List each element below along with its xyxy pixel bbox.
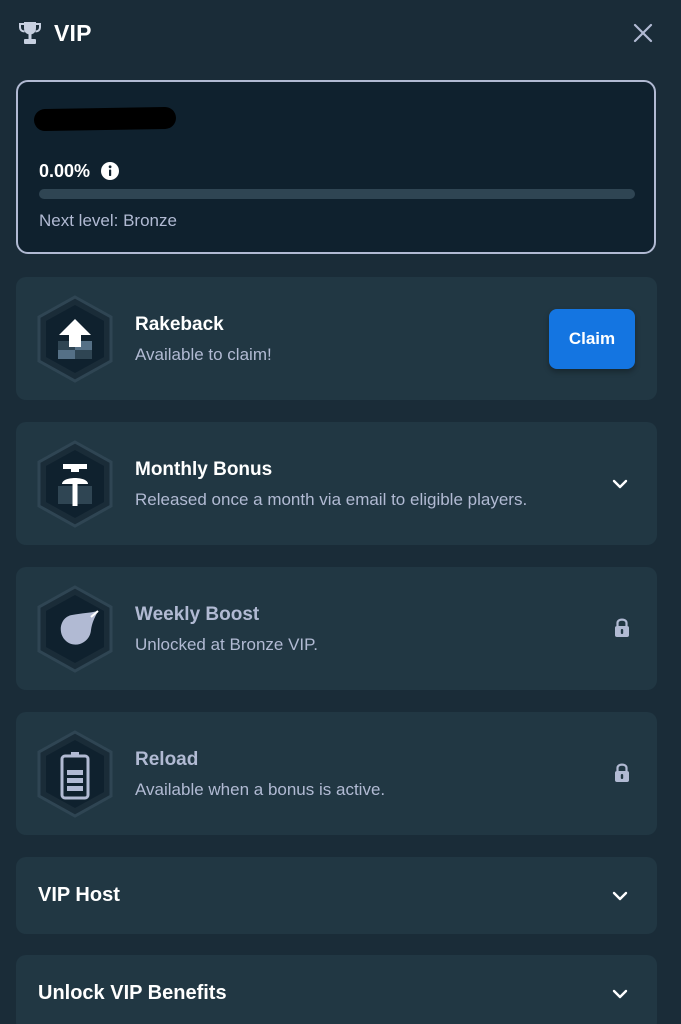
next-level-text: Next level: Bronze <box>39 211 177 230</box>
lock-icon <box>615 763 629 782</box>
chevron-down-icon[interactable] <box>609 885 631 907</box>
claim-button[interactable]: Claim <box>549 309 635 369</box>
unlock-vip-benefits-accordion[interactable]: Unlock VIP Benefits <box>16 955 657 1024</box>
weekly-boost-title: Weekly Boost <box>135 604 260 625</box>
weekly-boost-card: Weekly Boost Unlocked at Bronze VIP. <box>16 567 657 690</box>
trophy-icon <box>19 22 41 44</box>
progress-percent: 0.00% <box>39 161 91 181</box>
monthly-bonus-subtitle: Released once a month via email to eligi… <box>135 490 528 509</box>
monthly-bonus-title: Monthly Bonus <box>135 459 273 480</box>
vip-host-label: VIP Host <box>38 884 120 906</box>
unlock-vip-benefits-label: Unlock VIP Benefits <box>38 982 227 1004</box>
monthly-bonus-badge-icon <box>37 440 113 528</box>
progress-bar <box>39 189 635 199</box>
vip-progress-card: 0.00% Next level: Bronze <box>16 80 656 254</box>
panel-header: VIP <box>0 0 681 66</box>
reload-title: Reload <box>135 749 199 770</box>
reload-badge-icon <box>37 730 113 818</box>
rakeback-badge-icon <box>37 295 113 383</box>
reload-subtitle: Available when a bonus is active. <box>135 780 386 799</box>
rakeback-card: Rakeback Available to claim! Claim <box>16 277 657 400</box>
rakeback-title: Rakeback <box>135 314 224 335</box>
redacted-username <box>33 106 177 132</box>
info-icon[interactable] <box>101 162 119 180</box>
chevron-down-icon[interactable] <box>609 473 631 495</box>
vip-panel: VIP 0.00% Next level: Bronze Rakeback Av… <box>0 0 681 1024</box>
chevron-down-icon[interactable] <box>609 983 631 1005</box>
weekly-boost-badge-icon <box>37 585 113 673</box>
vip-host-accordion[interactable]: VIP Host <box>16 857 657 934</box>
panel-title: VIP <box>54 20 92 46</box>
reload-card: Reload Available when a bonus is active. <box>16 712 657 835</box>
monthly-bonus-card[interactable]: Monthly Bonus Released once a month via … <box>16 422 657 545</box>
close-icon[interactable] <box>630 20 656 46</box>
weekly-boost-subtitle: Unlocked at Bronze VIP. <box>135 635 319 654</box>
lock-icon <box>615 618 629 637</box>
rakeback-subtitle: Available to claim! <box>135 345 272 364</box>
